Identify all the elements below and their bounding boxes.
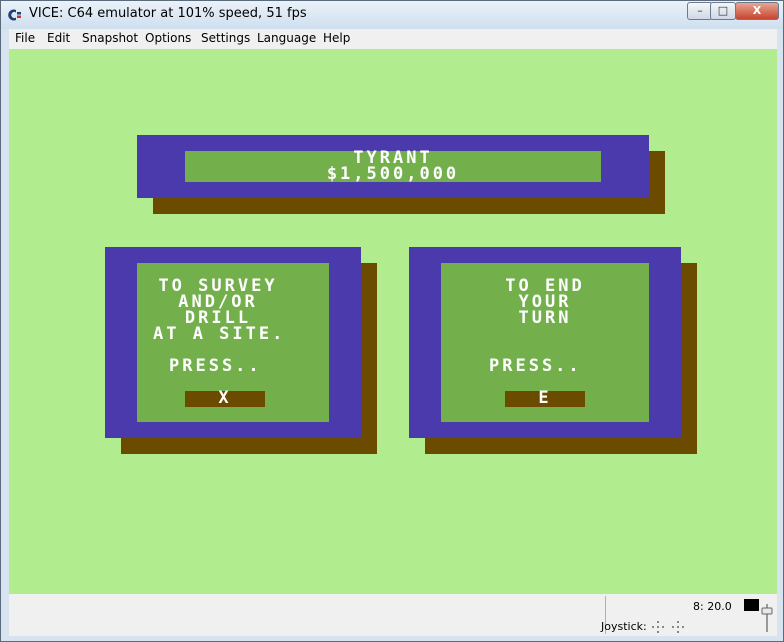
emulator-window: VICE: C64 emulator at 101% speed, 51 fps… xyxy=(0,0,784,642)
survey-key-label: X xyxy=(218,388,232,408)
left-line-4: AT A SITE. xyxy=(153,324,286,344)
status-bar: 8: 20.0 Joystick: xyxy=(9,593,777,636)
title-bar[interactable]: VICE: C64 emulator at 101% speed, 51 fps… xyxy=(1,1,783,29)
money-amount: $1,500,000 xyxy=(326,164,460,184)
close-button[interactable]: X xyxy=(735,2,779,20)
end-turn-key-label: E xyxy=(538,388,552,408)
right-line-3: TURN xyxy=(518,308,572,328)
left-press-label: PRESS.. xyxy=(169,356,262,376)
joystick-port2-icon[interactable] xyxy=(672,618,684,633)
window-title: VICE: C64 emulator at 101% speed, 51 fps xyxy=(29,6,307,21)
menu-file[interactable]: File xyxy=(15,31,35,45)
right-press-label: PRESS.. xyxy=(489,356,582,376)
commodore-icon xyxy=(7,7,23,23)
joystick-label: Joystick: xyxy=(601,620,647,633)
drive-led-icon xyxy=(744,599,759,611)
volume-slider-icon[interactable] xyxy=(761,602,773,634)
minimize-icon: – xyxy=(697,4,703,17)
menu-help[interactable]: Help xyxy=(323,31,350,45)
c64-screen[interactable]: TYRANT $1,500,000 TO SURVEY AND/OR DRILL… xyxy=(9,49,777,593)
joystick-port1-icon[interactable] xyxy=(652,618,664,633)
menu-edit[interactable]: Edit xyxy=(47,31,70,45)
close-icon: X xyxy=(752,4,762,17)
menu-options[interactable]: Options xyxy=(145,31,191,45)
menu-settings[interactable]: Settings xyxy=(201,31,250,45)
menu-snapshot[interactable]: Snapshot xyxy=(82,31,138,45)
maximize-button[interactable]: □ xyxy=(710,2,736,20)
maximize-icon: □ xyxy=(717,4,729,17)
menu-bar: File Edit Snapshot Options Settings Lang… xyxy=(9,29,777,50)
menu-language[interactable]: Language xyxy=(257,31,316,45)
drive-status: 8: 20.0 xyxy=(693,600,732,613)
